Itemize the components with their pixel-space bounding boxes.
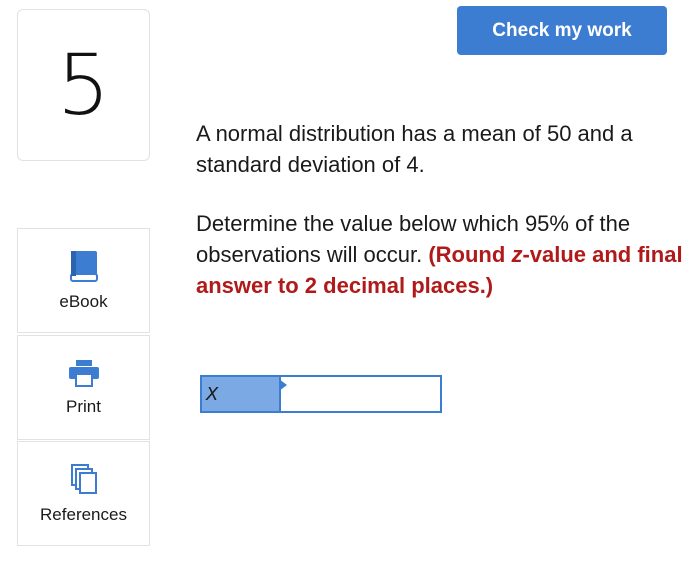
book-icon — [69, 250, 99, 282]
input-marker-icon — [279, 379, 287, 391]
variable-label-cell: X — [200, 375, 287, 413]
print-button[interactable]: Print — [17, 335, 150, 440]
printer-icon — [68, 359, 100, 387]
instruction-prefix: (Round — [428, 242, 512, 267]
question-number-card: 5 — [17, 9, 150, 161]
question-paragraph-1: A normal distribution has a mean of 50 a… — [196, 121, 633, 177]
instruction-italic: z — [511, 242, 523, 267]
check-my-work-button[interactable]: Check my work — [457, 6, 667, 55]
question-number: 5 — [56, 36, 111, 134]
copy-icon — [70, 463, 98, 495]
question-text: A normal distribution has a mean of 50 a… — [196, 118, 686, 301]
question-paragraph-2: Determine the value below which 95% of t… — [196, 208, 686, 301]
print-label: Print — [66, 396, 101, 416]
answer-input[interactable] — [281, 375, 442, 413]
answer-row: X — [200, 375, 442, 413]
references-button[interactable]: References — [17, 441, 150, 546]
ebook-label: eBook — [59, 291, 108, 311]
variable-label: X — [206, 383, 219, 405]
ebook-button[interactable]: eBook — [17, 228, 150, 333]
references-label: References — [40, 504, 127, 524]
